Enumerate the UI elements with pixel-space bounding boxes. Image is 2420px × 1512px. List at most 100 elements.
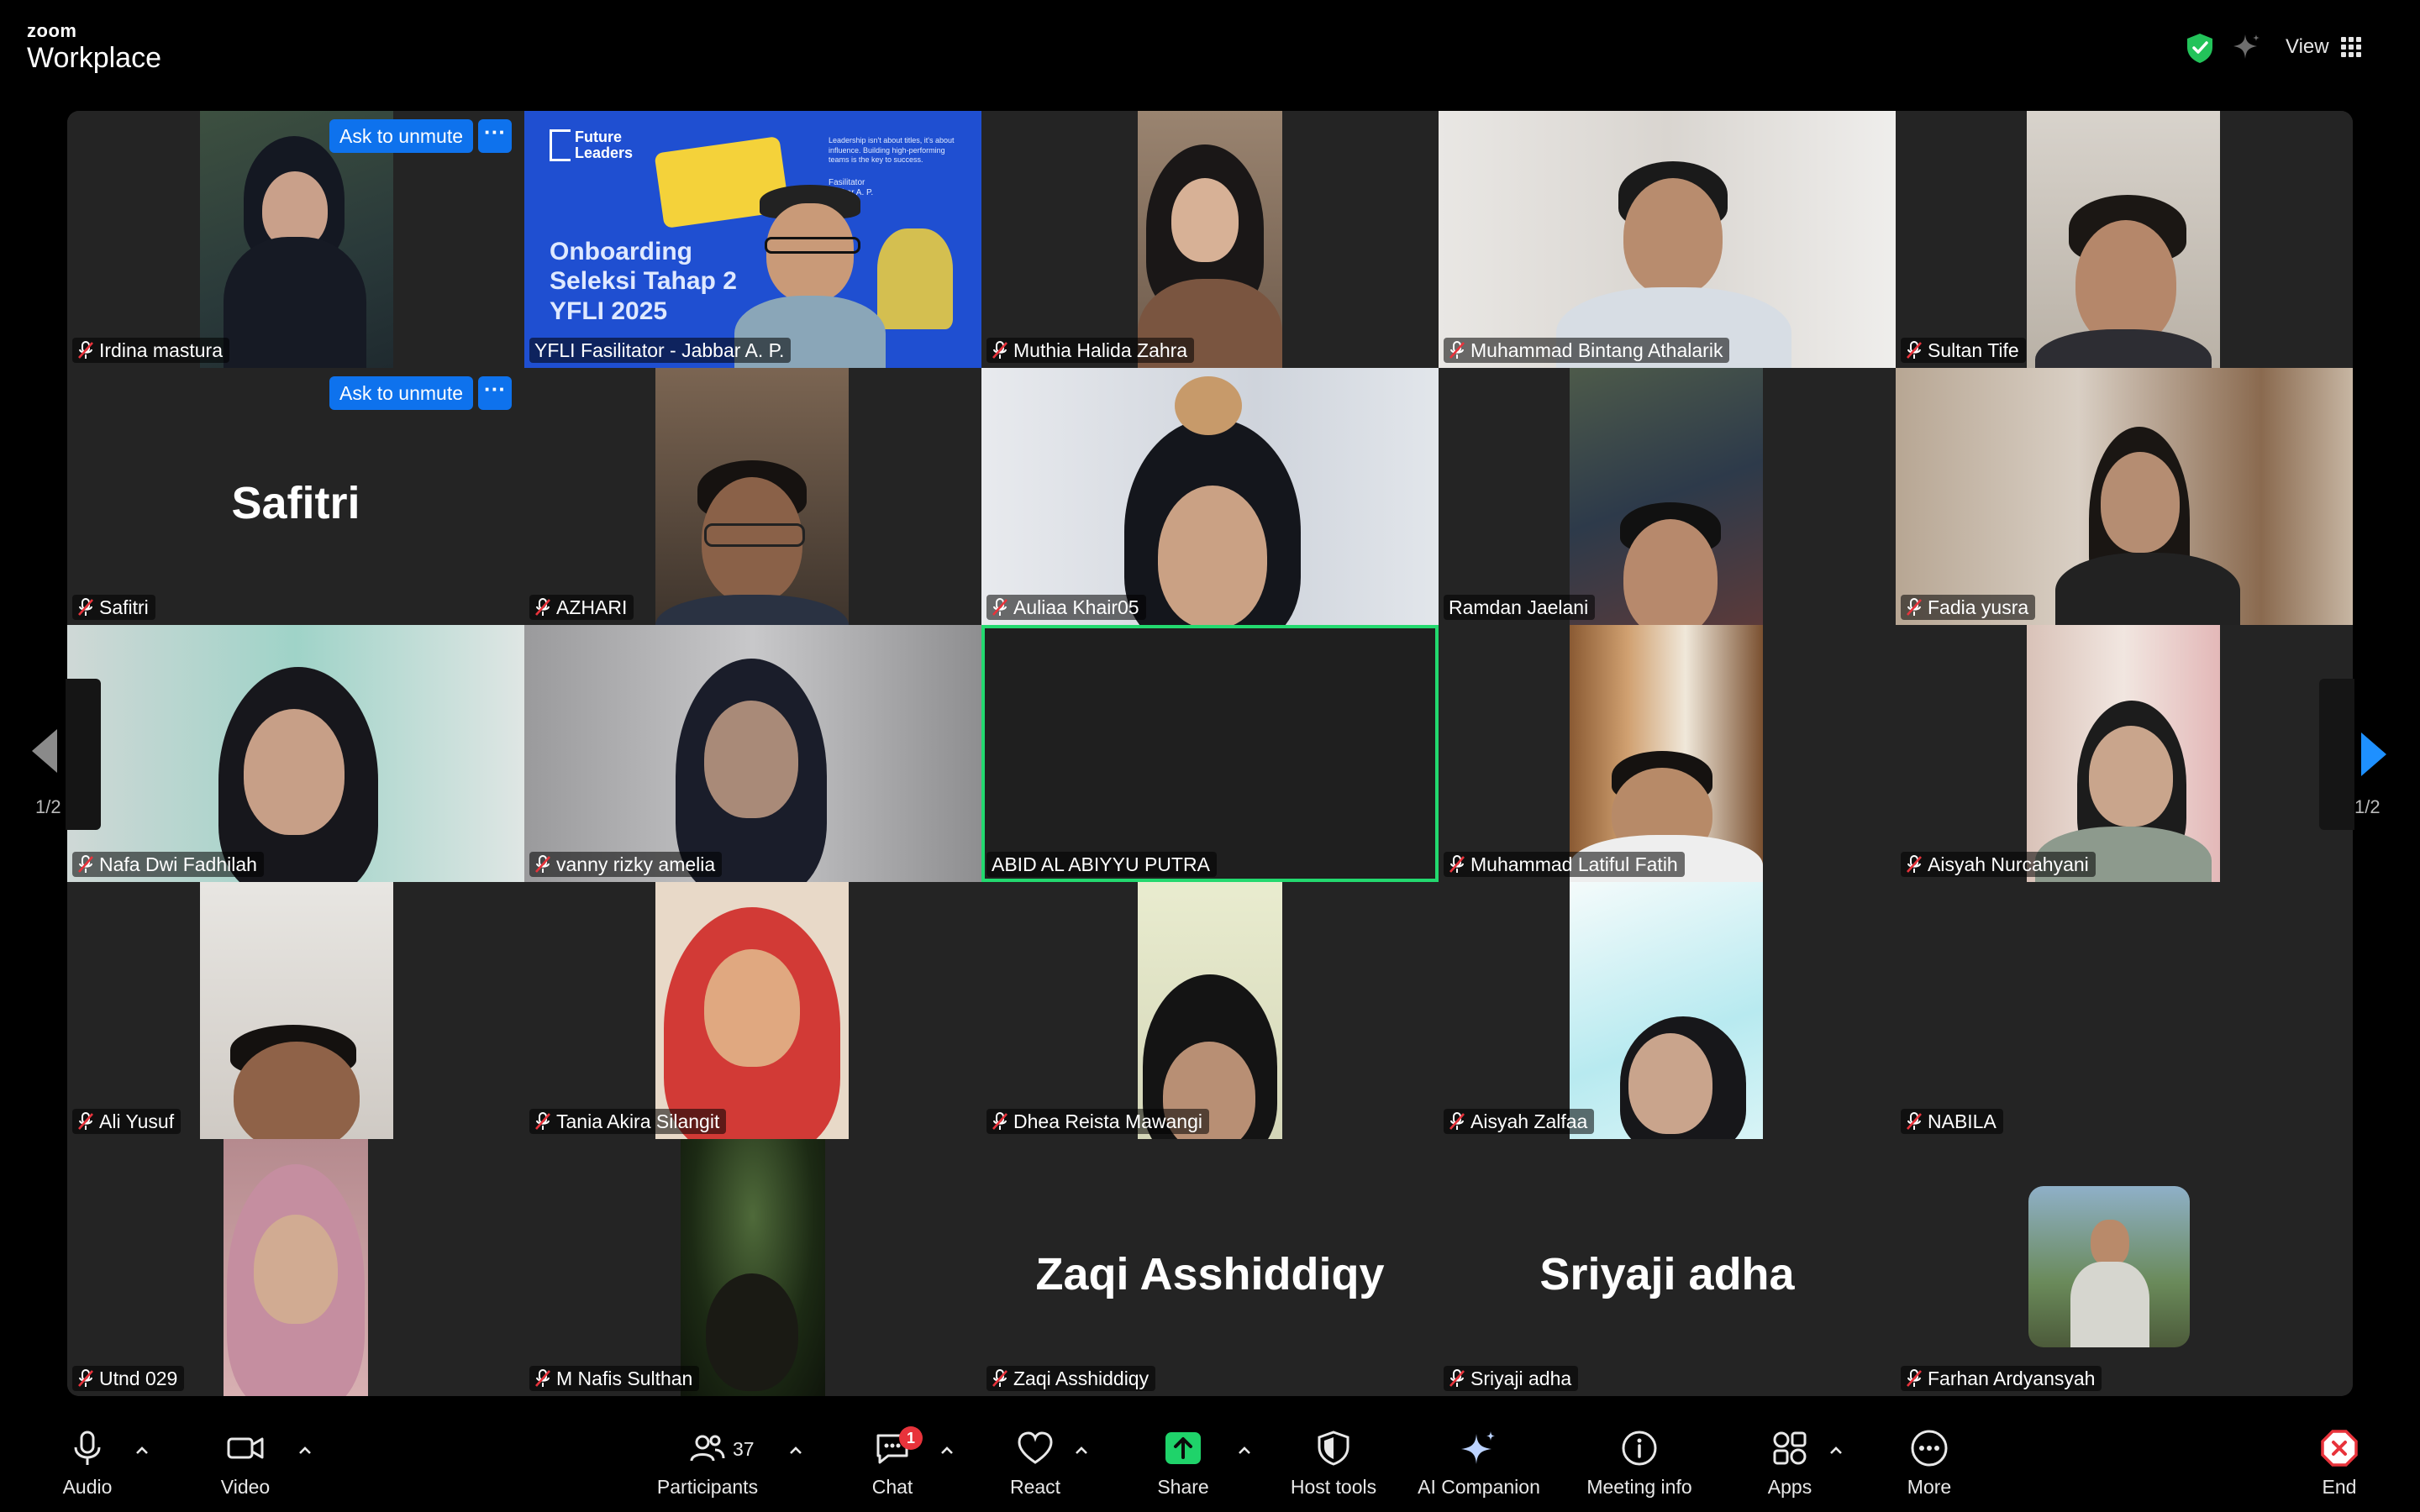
video-tile[interactable]: Muthia Halida Zahra	[981, 111, 1439, 368]
end-meeting-button[interactable]: End	[2306, 1415, 2373, 1512]
participant-video	[1896, 368, 2353, 625]
video-options-chevron-up-icon[interactable]	[296, 1441, 314, 1460]
tile-more-button[interactable]: ···	[478, 119, 513, 153]
page-indicator-right: 1/2	[2354, 796, 2381, 817]
video-tile[interactable]: Auliaa Khair05	[981, 368, 1439, 625]
participants-label: Participants	[656, 1475, 759, 1498]
mic-muted-icon	[78, 598, 93, 616]
brand-small: zoom	[27, 20, 77, 41]
video-tile[interactable]: Nafa Dwi Fadhilah	[67, 625, 524, 882]
mic-muted-icon	[78, 1112, 93, 1130]
participant-name: Utnd 029	[99, 1367, 178, 1389]
participants-icon	[690, 1435, 725, 1461]
video-tile[interactable]: Muhammad Bintang Athalarik	[1439, 111, 1896, 368]
participant-name: Muhammad Bintang Athalarik	[1470, 339, 1723, 361]
audio-options-chevron-up-icon[interactable]	[133, 1441, 151, 1460]
video-tile[interactable]: Zaqi Asshiddiqy Zaqi Asshiddiqy	[981, 1139, 1439, 1396]
video-tile[interactable]: Muhammad Latiful Fatih	[1439, 625, 1896, 882]
share-button[interactable]: Share	[1148, 1415, 1218, 1512]
participant-video	[655, 368, 849, 625]
participant-video	[224, 1139, 368, 1396]
ai-companion-button[interactable]: AI Companion	[1408, 1415, 1549, 1512]
more-button[interactable]: More	[1894, 1415, 1965, 1512]
participant-name-tag: M Nafis Sulthan	[529, 1366, 700, 1391]
video-tile[interactable]: Future Leaders Leadership isn't about ti…	[524, 111, 981, 368]
participant-name: M Nafis Sulthan	[556, 1367, 693, 1389]
video-tile[interactable]: Fadia yusra	[1896, 368, 2353, 625]
share-options-chevron-up-icon[interactable]	[1235, 1441, 1254, 1460]
video-button[interactable]: Video	[210, 1415, 281, 1512]
video-tile[interactable]: NABILA	[1896, 882, 2353, 1139]
tile-more-button[interactable]: ···	[478, 376, 513, 410]
participant-name-tag: Muhammad Bintang Athalarik	[1444, 338, 1730, 363]
video-tile[interactable]: Sriyaji adha Sriyaji adha	[1439, 1139, 1896, 1396]
slide-title: Onboarding Seleksi Tahap 2 YFLI 2025	[550, 238, 737, 325]
chat-label: Chat	[871, 1475, 913, 1498]
video-tile[interactable]: Ali Yusuf	[67, 882, 524, 1139]
previous-page-panel[interactable]	[66, 679, 101, 830]
mic-muted-icon	[78, 341, 93, 359]
apps-options-chevron-up-icon[interactable]	[1827, 1441, 1845, 1460]
apps-button[interactable]: Apps	[1754, 1415, 1825, 1512]
mic-muted-icon	[992, 1369, 1007, 1387]
ask-to-unmute-button[interactable]: Ask to unmute	[329, 119, 474, 153]
next-page-panel[interactable]	[2319, 679, 2354, 830]
participant-video	[1570, 625, 1763, 882]
participant-name: Farhan Ardyansyah	[1928, 1367, 2096, 1389]
participant-name: Zaqi Asshiddiqy	[1013, 1367, 1150, 1389]
ai-sparkle-icon[interactable]	[2232, 32, 2262, 62]
participant-video	[67, 625, 524, 882]
mic-muted-icon	[992, 1112, 1007, 1130]
encryption-shield-icon[interactable]	[2185, 32, 2215, 64]
video-tile[interactable]: Dhea Reista Mawangi	[981, 882, 1439, 1139]
react-button[interactable]: React	[1000, 1415, 1071, 1512]
participant-display-name: Zaqi Asshiddiqy	[1035, 1249, 1385, 1299]
meeting-toolbar: Audio Video Participants 37 Chat 1 React…	[0, 1415, 2420, 1512]
video-tile[interactable]: Farhan Ardyansyah	[1896, 1139, 2353, 1396]
participant-name: Sultan Tife	[1928, 339, 2019, 361]
meeting-info-label: Meeting info	[1586, 1475, 1692, 1498]
video-tile[interactable]: Tania Akira Silangit	[524, 882, 981, 1139]
video-tile[interactable]: AZHARI	[524, 368, 981, 625]
participants-options-chevron-up-icon[interactable]	[786, 1441, 805, 1460]
ask-to-unmute-button[interactable]: Ask to unmute	[329, 376, 474, 410]
video-tile[interactable]: Utnd 029	[67, 1139, 524, 1396]
video-tile[interactable]: vanny rizky amelia	[524, 625, 981, 882]
participant-video	[200, 882, 393, 1139]
view-button[interactable]: View	[2286, 32, 2361, 62]
previous-page-arrow-icon[interactable]	[30, 727, 59, 774]
participant-name-tag: Sriyaji adha	[1444, 1366, 1579, 1391]
participants-count: 37	[733, 1438, 755, 1460]
host-tools-shield-icon	[1318, 1430, 1349, 1466]
participant-name-tag: Farhan Ardyansyah	[1901, 1366, 2102, 1391]
video-tile[interactable]: M Nafis Sulthan	[524, 1139, 981, 1396]
host-tools-button[interactable]: Host tools	[1279, 1415, 1388, 1512]
mic-muted-icon	[992, 341, 1007, 359]
participant-video	[1570, 882, 1763, 1139]
video-tile[interactable]: Safitri Safitri Ask to unmute ···	[67, 368, 524, 625]
share-screen-icon	[1165, 1431, 1201, 1464]
video-tile[interactable]: Ramdan Jaelani	[1439, 368, 1896, 625]
participant-video	[1138, 882, 1282, 1139]
participants-button[interactable]: Participants	[649, 1415, 766, 1512]
participant-video	[524, 625, 981, 882]
participant-name: Muhammad Latiful Fatih	[1470, 853, 1678, 875]
grid-view-icon	[2340, 37, 2361, 57]
brand-big: Workplace	[27, 42, 161, 74]
video-tile[interactable]: Sultan Tife	[1896, 111, 2353, 368]
meeting-info-button[interactable]: Meeting info	[1576, 1415, 1702, 1512]
video-tile[interactable]: Aisyah Nurcahyani	[1896, 625, 2353, 882]
participant-name-tag: Sultan Tife	[1901, 338, 2026, 363]
end-label: End	[2322, 1475, 2357, 1498]
apps-icon	[1773, 1431, 1807, 1464]
react-options-chevron-up-icon[interactable]	[1072, 1441, 1091, 1460]
participant-name-tag: Ali Yusuf	[72, 1109, 182, 1134]
video-tile[interactable]: Aisyah Zalfaa	[1439, 882, 1896, 1139]
video-tile-active-speaker[interactable]: ABID AL ABIYYU PUTRA	[981, 625, 1439, 882]
audio-button[interactable]: Audio	[52, 1415, 123, 1512]
next-page-arrow-icon[interactable]	[2360, 731, 2388, 778]
video-tile[interactable]: Irdina mastura Ask to unmute ···	[67, 111, 524, 368]
chat-options-chevron-up-icon[interactable]	[938, 1441, 956, 1460]
mic-muted-icon	[1449, 1112, 1465, 1130]
ai-companion-sparkle-icon	[1461, 1431, 1495, 1464]
